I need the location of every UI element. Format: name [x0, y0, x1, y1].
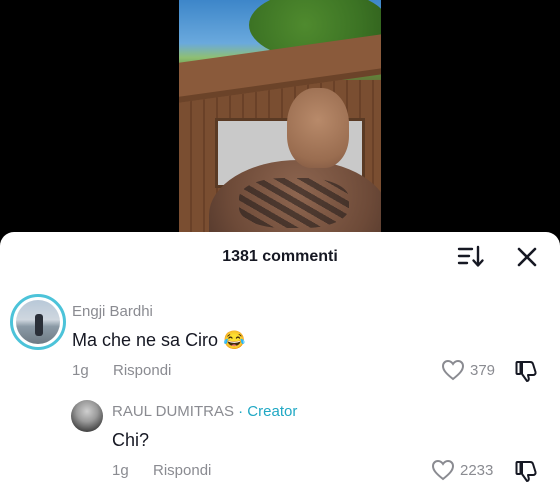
- comment-time: 1g: [72, 362, 89, 379]
- reply-username-text: RAUL DUMITRAS: [112, 403, 234, 420]
- like-button[interactable]: 2233: [431, 459, 493, 481]
- dislike-button[interactable]: [515, 459, 541, 488]
- like-count: 2233: [460, 461, 494, 479]
- dislike-button[interactable]: [515, 359, 541, 388]
- comment-username[interactable]: Engji Bardhi: [72, 303, 153, 320]
- sort-icon: [457, 245, 484, 267]
- reply-button[interactable]: Rispondi: [153, 462, 211, 479]
- heart-icon: [431, 459, 455, 481]
- like-button[interactable]: 379: [441, 359, 495, 381]
- reply-text: Chi?: [112, 430, 150, 450]
- comments-header: 1381 commenti: [0, 232, 560, 280]
- video-player[interactable]: [0, 0, 560, 240]
- avatar[interactable]: [10, 294, 66, 350]
- comments-sheet: 1381 commenti Engji Bardhi Ma che ne sa …: [0, 232, 560, 496]
- reply-time: 1g: [112, 462, 129, 479]
- reply-username[interactable]: RAUL DUMITRAS · Creator: [112, 403, 297, 420]
- creator-badge: · Creator: [238, 403, 298, 420]
- heart-icon: [441, 359, 465, 381]
- video-person-head: [287, 88, 349, 168]
- thumbs-down-icon: [515, 461, 537, 482]
- avatar-image: [16, 300, 60, 344]
- thumbs-down-icon: [515, 361, 537, 382]
- close-icon: [517, 247, 537, 267]
- close-button[interactable]: [513, 244, 541, 270]
- video-frame: [179, 0, 381, 240]
- like-count: 379: [470, 361, 496, 379]
- comment-text: Ma che ne sa Ciro 😂: [72, 330, 246, 350]
- video-person-tattoo: [239, 178, 349, 228]
- sort-button[interactable]: [456, 244, 486, 270]
- reply-button[interactable]: Rispondi: [113, 362, 171, 379]
- avatar[interactable]: [71, 400, 103, 432]
